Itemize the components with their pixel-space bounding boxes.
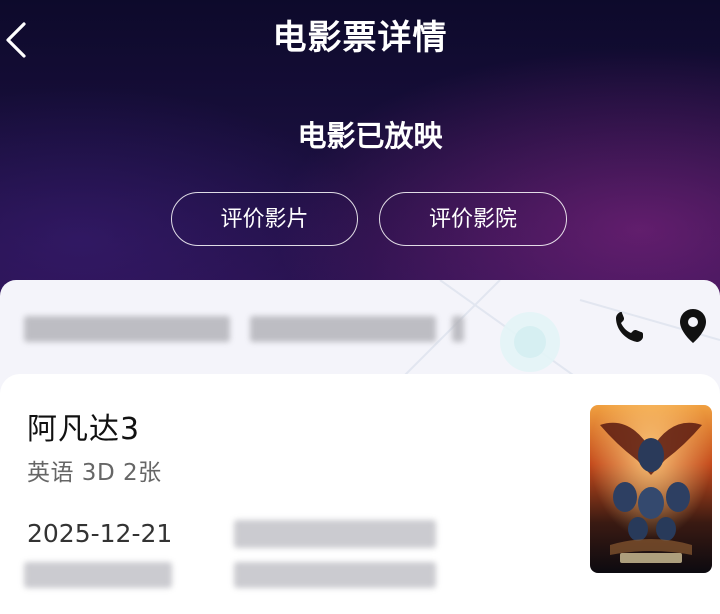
phone-icon[interactable] — [612, 306, 646, 346]
movie-title: 阿凡达3 — [27, 412, 141, 447]
movie-poster[interactable] — [590, 405, 712, 573]
movie-meta: 英语 3D 2张 — [27, 460, 162, 486]
screening-status-text: 电影已放映 — [297, 119, 443, 153]
page-title: 电影票详情 — [272, 18, 448, 58]
rate-cinema-button[interactable]: 评价影院 — [379, 192, 567, 246]
show-date: 2025-12-21 — [27, 519, 173, 548]
header: 电影票详情 电影已放映 评价影片 评价影院 — [0, 0, 720, 300]
rate-movie-button[interactable]: 评价影片 — [171, 192, 358, 246]
location-pin-icon[interactable] — [676, 306, 710, 346]
ticket-card: 阿凡达3 英语 3D 2张 2025-12-21 — [0, 374, 720, 614]
